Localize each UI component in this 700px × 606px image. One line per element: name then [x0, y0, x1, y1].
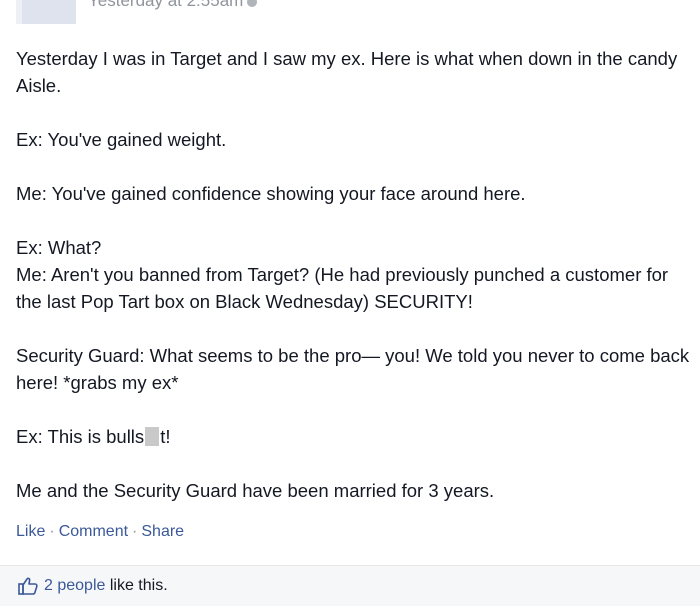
thumbs-up-icon — [18, 577, 38, 595]
post-line: Me: You've gained confidence showing you… — [16, 183, 526, 204]
globe-icon — [247, 0, 258, 7]
post-timestamp[interactable]: Yesterday at 2:55am — [88, 0, 258, 11]
profile-picture[interactable] — [16, 0, 76, 24]
post-actions: Like · Comment · Share — [16, 523, 184, 541]
post-line: Ex: You've gained weight. — [16, 129, 227, 150]
likers-link[interactable]: 2 people — [44, 577, 105, 594]
post-line: Security Guard: What seems to be the pro… — [16, 345, 690, 393]
likes-suffix: like this. — [105, 577, 168, 594]
action-separator: · — [49, 523, 55, 540]
post-line-censored: Ex: This is bulls t! — [16, 423, 692, 450]
post-line: Yesterday I was in Target and I saw my e… — [16, 48, 678, 96]
share-link[interactable]: Share — [141, 523, 184, 540]
likes-bar: 2 people like this. — [0, 565, 700, 606]
censored-part-2: t! — [160, 426, 171, 447]
post-line: Ex: What? — [16, 237, 102, 258]
likes-summary: 2 people like this. — [44, 577, 168, 595]
comment-link[interactable]: Comment — [59, 523, 128, 540]
facebook-post: Yesterday at 2:55am Yesterday I was in T… — [0, 0, 700, 606]
post-line: Me: Aren't you banned from Target? (He h… — [16, 264, 669, 312]
post-body: Yesterday I was in Target and I saw my e… — [16, 45, 692, 504]
censor-block — [145, 427, 160, 446]
censored-part-1: Ex: This is bulls — [16, 426, 145, 447]
post-line: Me and the Security Guard have been marr… — [16, 480, 495, 501]
like-link[interactable]: Like — [16, 523, 45, 540]
timestamp-text[interactable]: Yesterday at 2:55am — [88, 0, 243, 10]
action-separator: · — [132, 523, 138, 540]
